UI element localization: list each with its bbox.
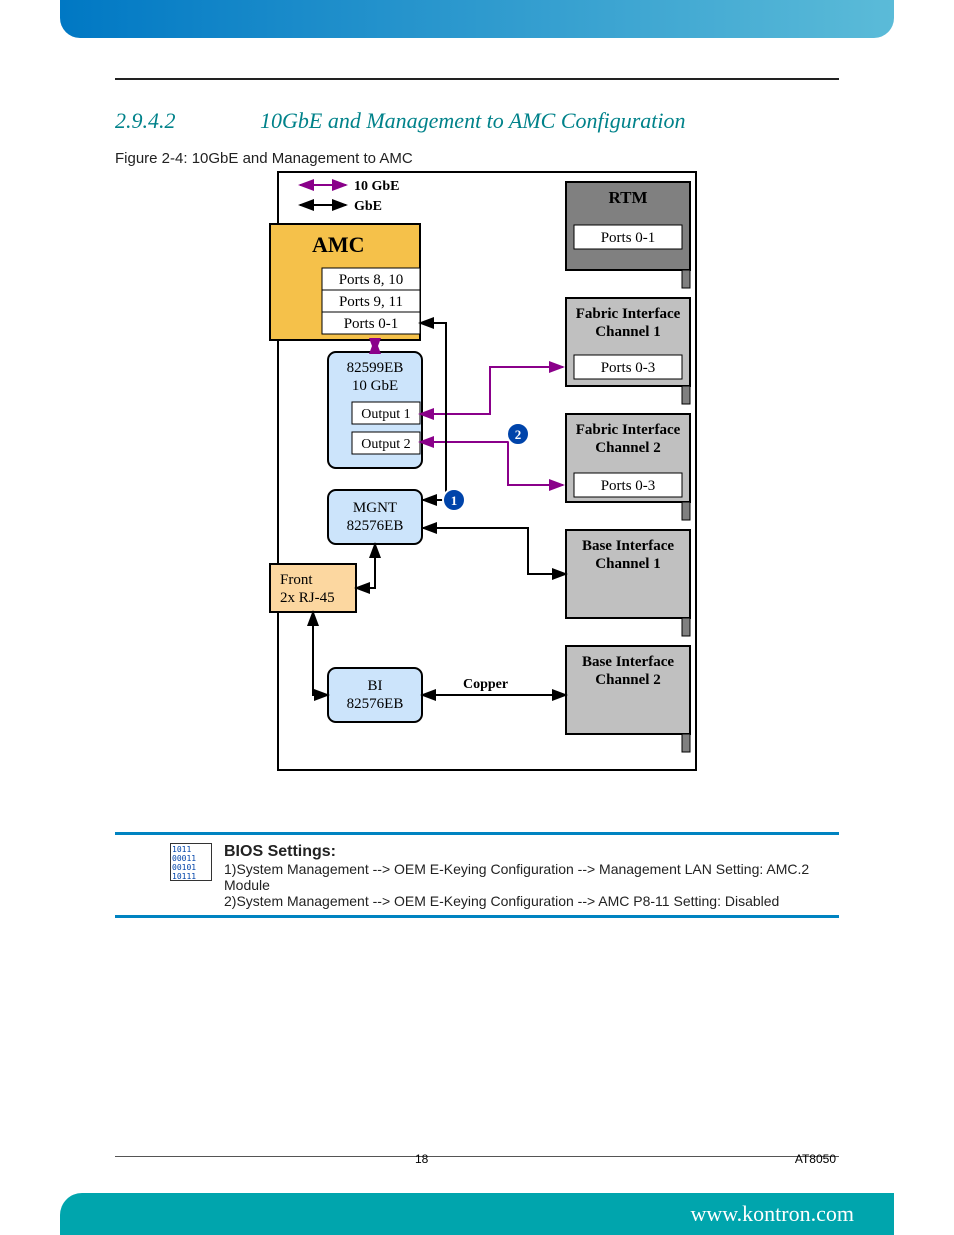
svg-text:Copper: Copper [463,677,508,692]
svg-text:RTM: RTM [608,188,647,207]
svg-text:GbE: GbE [354,199,382,214]
svg-text:82576EB: 82576EB [347,518,404,534]
svg-text:Ports 8, 10: Ports 8, 10 [339,272,404,288]
svg-text:1: 1 [451,493,458,508]
svg-text:Channel 1: Channel 1 [595,324,660,340]
svg-text:Fabric Interface: Fabric Interface [576,306,681,322]
svg-text:Front: Front [280,572,313,588]
page-number: 18 [415,1152,428,1166]
svg-text:Base Interface: Base Interface [582,538,674,554]
svg-text:2x RJ-45: 2x RJ-45 [280,590,335,606]
section-title: 10GbE and Management to AMC Configuratio… [260,108,686,134]
svg-text:82599EB: 82599EB [347,360,404,376]
svg-text:BI: BI [368,678,383,694]
svg-text:2: 2 [515,427,522,442]
bios-settings-note: 1011 00011 00101 10111 BIOS Settings: 1)… [115,832,839,918]
svg-text:AMC: AMC [312,232,365,257]
svg-text:Ports 9, 11: Ports 9, 11 [339,294,403,310]
binary-icon: 1011 00011 00101 10111 [170,843,212,881]
bios-line-1: 1)System Management --> OEM E-Keying Con… [224,861,814,893]
section-number: 2.9.4.2 [115,108,176,134]
bios-line-2: 2)System Management --> OEM E-Keying Con… [224,893,814,909]
figure-caption: Figure 2-4: 10GbE and Management to AMC [115,150,413,167]
top-blue-bar [60,0,894,38]
diagram: RTM Ports 0-1 Fabric Interface Channel 1… [268,170,698,773]
binary-icon-text: 1011 00011 00101 10111 [172,845,196,881]
top-rule [115,78,839,80]
svg-text:MGNT: MGNT [353,500,397,516]
svg-text:Channel 2: Channel 2 [595,672,660,688]
footer-bar: www.kontron.com [60,1193,894,1235]
svg-text:Ports 0-3: Ports 0-3 [601,478,656,494]
svg-text:Ports 0-1: Ports 0-1 [344,316,399,332]
bios-title: BIOS Settings: [224,843,814,861]
svg-text:10 GbE: 10 GbE [352,378,398,394]
svg-text:Output 2: Output 2 [361,437,410,452]
svg-text:Fabric Interface: Fabric Interface [576,422,681,438]
svg-text:Ports 0-3: Ports 0-3 [601,360,656,376]
svg-text:82576EB: 82576EB [347,696,404,712]
svg-text:10 GbE: 10 GbE [354,179,400,194]
model-number: AT8050 [795,1152,836,1166]
svg-text:Channel 2: Channel 2 [595,440,660,456]
svg-text:Output 1: Output 1 [361,407,410,422]
footer-url: www.kontron.com [690,1201,854,1227]
svg-text:Channel 1: Channel 1 [595,556,660,572]
svg-text:Base Interface: Base Interface [582,654,674,670]
svg-text:Ports 0-1: Ports 0-1 [601,230,656,246]
footer-rule [115,1156,839,1157]
